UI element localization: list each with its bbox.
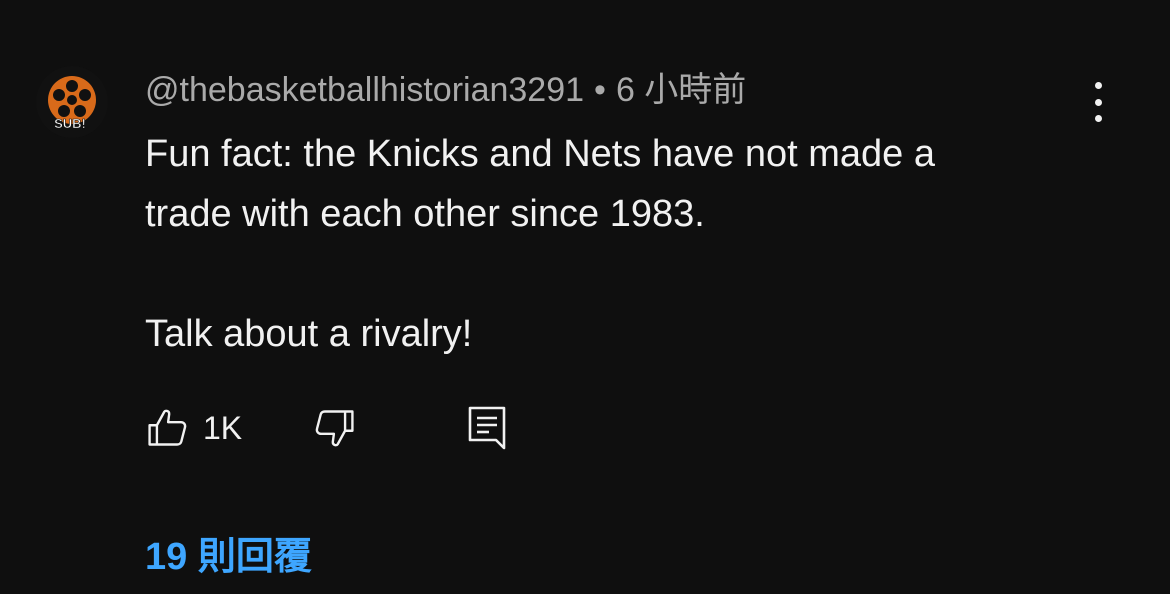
more-vertical-icon-dot — [1094, 98, 1102, 106]
timestamp[interactable]: 6 小時前 — [616, 71, 746, 109]
avatar-label: SUB! — [54, 116, 86, 131]
thumbs-up-icon — [148, 409, 187, 446]
thumbs-down-icon — [315, 410, 354, 447]
header-separator: • — [594, 71, 606, 109]
comment-text-line-3: Talk about a rivalry! — [145, 313, 473, 355]
author-handle[interactable]: @thebasketballhistorian3291 — [145, 71, 584, 109]
avatar[interactable]: SUB! — [36, 66, 108, 138]
like-button[interactable]: 1K — [145, 403, 242, 453]
dislike-button[interactable] — [313, 403, 357, 453]
comment-text-line-2: trade with each other since 1983. — [145, 193, 705, 235]
more-options-button[interactable] — [1082, 82, 1114, 122]
like-count: 1K — [203, 409, 243, 446]
reply-button[interactable] — [465, 403, 509, 453]
more-vertical-icon-dot — [1094, 115, 1102, 122]
more-vertical-icon — [1094, 82, 1102, 89]
comment-thread: SUB! @thebasketballhistorian3291 • 6 小時前 F… — [0, 0, 1170, 594]
film-reel-avatar-icon: SUB! — [36, 66, 108, 138]
comment-actions: 1K — [145, 403, 645, 453]
comment-text: Fun fact: the Knicks and Nets have not m… — [145, 124, 1105, 364]
comment-text-line-1: Fun fact: the Knicks and Nets have not m… — [145, 133, 936, 175]
reply-comment-icon — [468, 406, 506, 450]
comment-header: @thebasketballhistorian3291 • 6 小時前 — [145, 68, 746, 112]
view-replies-link[interactable]: 19 則回覆 — [145, 533, 312, 581]
